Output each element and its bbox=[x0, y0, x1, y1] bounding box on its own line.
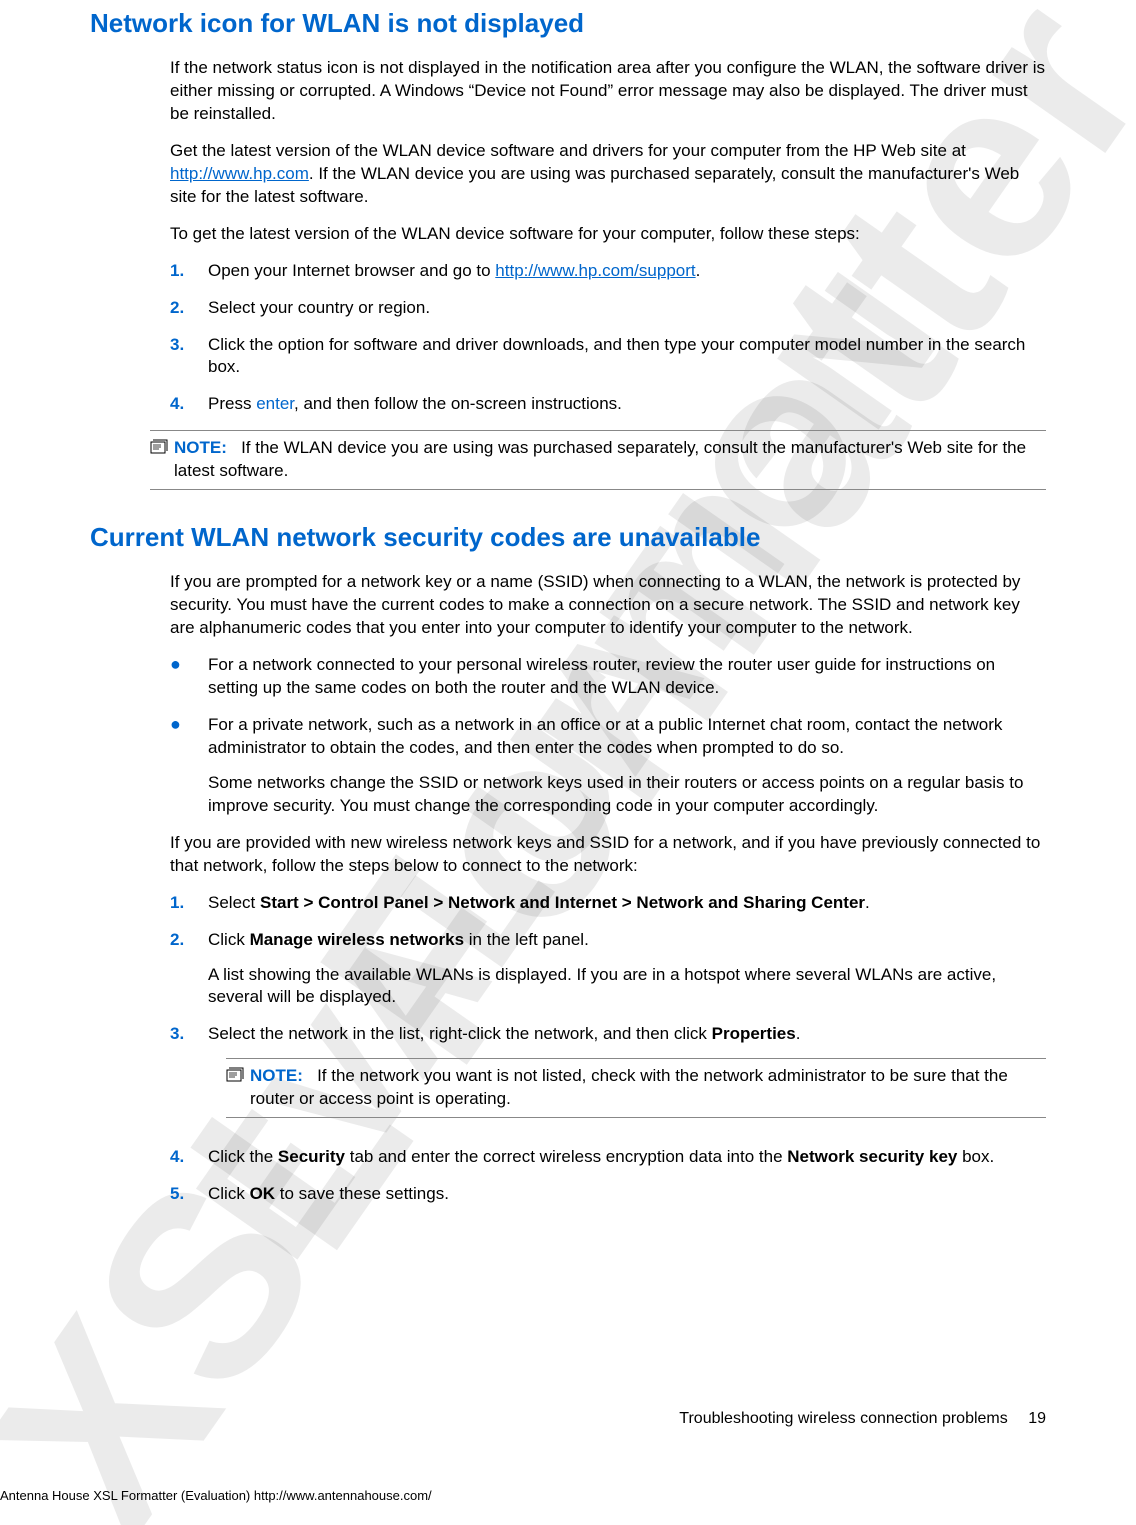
note-text: If the WLAN device you are using was pur… bbox=[174, 438, 1026, 480]
note-text: If the network you want is not listed, c… bbox=[250, 1066, 1008, 1108]
step-number: 4. bbox=[170, 1146, 208, 1169]
heading-security-codes: Current WLAN network security codes are … bbox=[90, 520, 1046, 555]
note-label: NOTE: bbox=[250, 1066, 303, 1085]
step-bold: Security bbox=[278, 1147, 345, 1166]
section2-p1: If you are prompted for a network key or… bbox=[170, 571, 1046, 640]
footer-section-title: Troubleshooting wireless connection prob… bbox=[679, 1410, 1007, 1427]
step-text-a: Select bbox=[208, 893, 260, 912]
section1-body: If the network status icon is not displa… bbox=[170, 57, 1046, 416]
heading-network-icon: Network icon for WLAN is not displayed bbox=[90, 6, 1046, 41]
page-content: Network icon for WLAN is not displayed I… bbox=[0, 6, 1136, 1206]
bullet-text: For a network connected to your personal… bbox=[208, 654, 1046, 700]
step-text-b: tab and enter the correct wireless encry… bbox=[345, 1147, 787, 1166]
bullet-extra: Some networks change the SSID or network… bbox=[208, 772, 1046, 818]
section1-note: NOTE: If the WLAN device you are using w… bbox=[150, 430, 1046, 490]
footer-bottom: Antenna House XSL Formatter (Evaluation)… bbox=[0, 1487, 432, 1505]
note-label: NOTE: bbox=[174, 438, 227, 457]
section2-bullet-1: ● For a network connected to your person… bbox=[170, 654, 1046, 700]
section1-p2: Get the latest version of the WLAN devic… bbox=[170, 140, 1046, 209]
step-text: Select your country or region. bbox=[208, 297, 1046, 320]
section2-step-1: 1. Select Start > Control Panel > Networ… bbox=[170, 892, 1046, 915]
step-bold: Manage wireless networks bbox=[250, 930, 464, 949]
step-bold: Properties bbox=[712, 1024, 796, 1043]
step-text-b: . bbox=[696, 261, 701, 280]
section2-steps: 1. Select Start > Control Panel > Networ… bbox=[170, 892, 1046, 1206]
step-text-a: Click the bbox=[208, 1147, 278, 1166]
step-text-c: box. bbox=[957, 1147, 994, 1166]
section2-bullets: ● For a network connected to your person… bbox=[170, 654, 1046, 818]
step-bold: Start > Control Panel > Network and Inte… bbox=[260, 893, 865, 912]
step-number: 1. bbox=[170, 260, 208, 283]
step-text-b: in the left panel. bbox=[464, 930, 589, 949]
step-text-a: Select the network in the list, right-cl… bbox=[208, 1024, 712, 1043]
step-text-b: . bbox=[796, 1024, 801, 1043]
bullet-icon: ● bbox=[170, 654, 208, 700]
footer-right: Troubleshooting wireless connection prob… bbox=[679, 1408, 1046, 1430]
bullet-icon: ● bbox=[170, 714, 208, 818]
section2-bullet-2: ● For a private network, such as a netwo… bbox=[170, 714, 1046, 818]
section1-steps: 1. Open your Internet browser and go to … bbox=[170, 260, 1046, 417]
step-number: 3. bbox=[170, 334, 208, 380]
step-bold-2: Network security key bbox=[787, 1147, 957, 1166]
section1-step-2: 2. Select your country or region. bbox=[170, 297, 1046, 320]
link-hp-support[interactable]: http://www.hp.com/support bbox=[495, 261, 695, 280]
step-text-a: Open your Internet browser and go to bbox=[208, 261, 495, 280]
step-extra: A list showing the available WLANs is di… bbox=[208, 964, 1046, 1010]
note-icon bbox=[226, 1065, 248, 1111]
step-number: 2. bbox=[170, 297, 208, 320]
page-number: 19 bbox=[1028, 1408, 1046, 1430]
step-text-a: Press bbox=[208, 394, 256, 413]
section2-step-3: 3. Select the network in the list, right… bbox=[170, 1023, 1046, 1132]
step-text-b: to save these settings. bbox=[275, 1184, 449, 1203]
section1-step-3: 3. Click the option for software and dri… bbox=[170, 334, 1046, 380]
section2-step-4: 4. Click the Security tab and enter the … bbox=[170, 1146, 1046, 1169]
step-text-b: . bbox=[865, 893, 870, 912]
step-text: Click the option for software and driver… bbox=[208, 334, 1046, 380]
step-number: 1. bbox=[170, 892, 208, 915]
section2-body: If you are prompted for a network key or… bbox=[170, 571, 1046, 1206]
step-number: 4. bbox=[170, 393, 208, 416]
step-bold: OK bbox=[250, 1184, 276, 1203]
section2-step-5: 5. Click OK to save these settings. bbox=[170, 1183, 1046, 1206]
note-icon bbox=[150, 437, 172, 483]
section1-p3: To get the latest version of the WLAN de… bbox=[170, 223, 1046, 246]
key-enter: enter bbox=[256, 394, 294, 413]
section1-step-1: 1. Open your Internet browser and go to … bbox=[170, 260, 1046, 283]
step-text-b: , and then follow the on-screen instruct… bbox=[294, 394, 622, 413]
section2-p2: If you are provided with new wireless ne… bbox=[170, 832, 1046, 878]
step-number: 3. bbox=[170, 1023, 208, 1132]
step-number: 5. bbox=[170, 1183, 208, 1206]
step-number: 2. bbox=[170, 929, 208, 1010]
step-text-a: Click bbox=[208, 1184, 250, 1203]
link-hp-com[interactable]: http://www.hp.com bbox=[170, 164, 309, 183]
section2-step-2: 2. Click Manage wireless networks in the… bbox=[170, 929, 1046, 1010]
bullet-text: For a private network, such as a network… bbox=[208, 714, 1046, 760]
section1-p2a: Get the latest version of the WLAN devic… bbox=[170, 141, 966, 160]
section1-p1: If the network status icon is not displa… bbox=[170, 57, 1046, 126]
step-text-a: Click bbox=[208, 930, 250, 949]
section1-step-4: 4. Press enter, and then follow the on-s… bbox=[170, 393, 1046, 416]
section2-step3-note: NOTE: If the network you want is not lis… bbox=[226, 1058, 1046, 1118]
